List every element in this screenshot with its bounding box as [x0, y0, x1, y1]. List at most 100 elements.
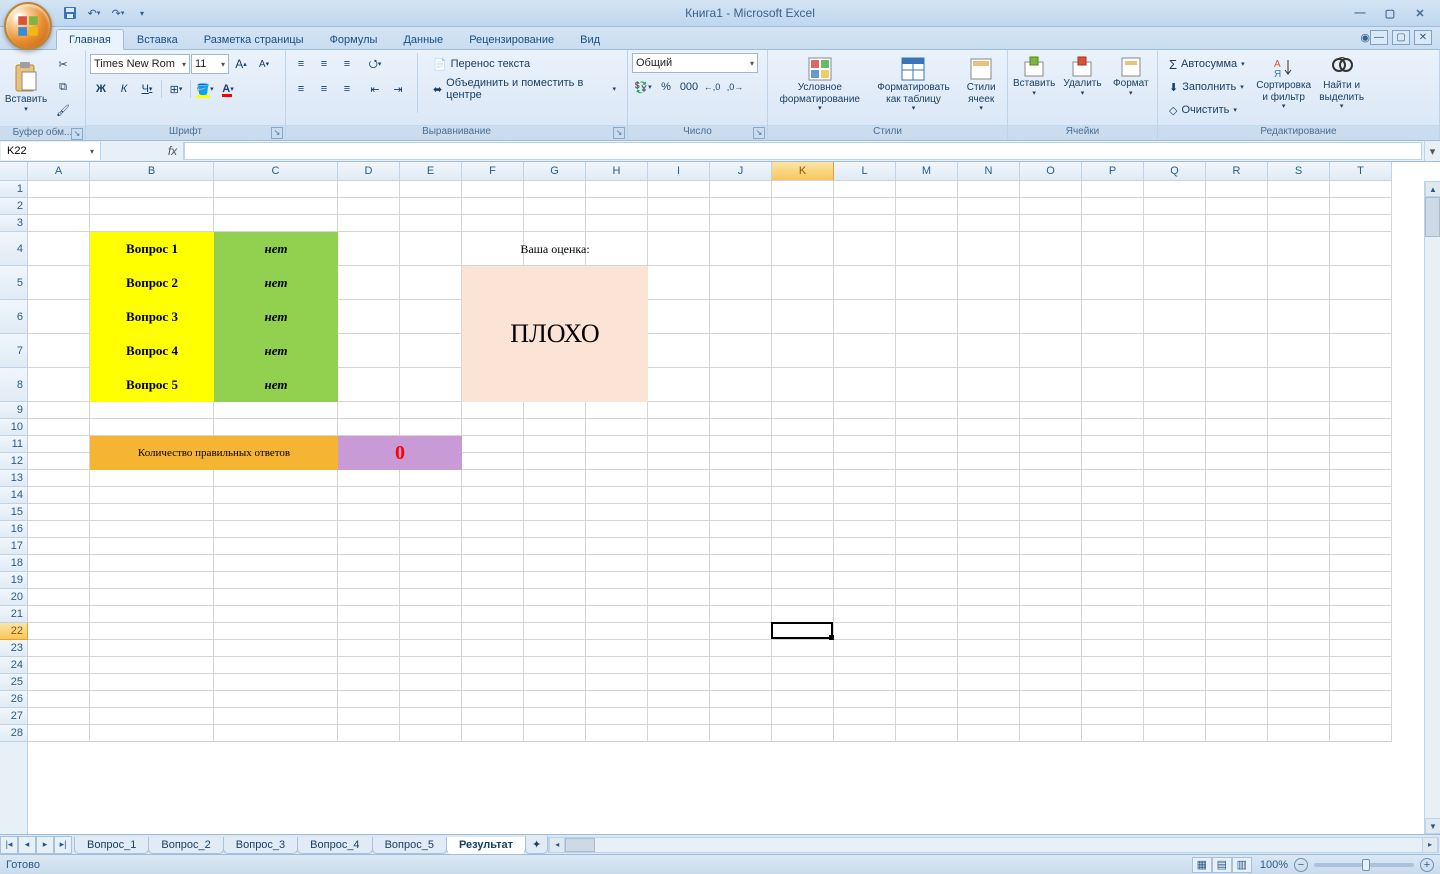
align-bottom-button[interactable]: ≡ [336, 53, 358, 75]
row-header-4[interactable]: 4 [0, 232, 28, 266]
tab-data[interactable]: Данные [390, 29, 456, 49]
number-launcher[interactable]: ↘ [753, 127, 765, 139]
scroll-up-button[interactable]: ▲ [1425, 181, 1440, 197]
row-header-21[interactable]: 21 [0, 606, 28, 623]
wrap-text-button[interactable]: 📄Перенос текста [426, 53, 623, 75]
row-header-22[interactable]: 22 [0, 623, 28, 640]
row-header-27[interactable]: 27 [0, 708, 28, 725]
zoom-in-button[interactable]: + [1420, 858, 1434, 872]
number-format-combo[interactable]: Общий▾ [632, 53, 758, 73]
clear-button[interactable]: ◇Очистить▾ [1162, 99, 1252, 121]
page-break-view-button[interactable]: ▥ [1232, 857, 1252, 873]
column-header-H[interactable]: H [586, 162, 648, 181]
italic-button[interactable]: К [113, 78, 135, 100]
column-header-K[interactable]: K [772, 162, 834, 181]
formula-input[interactable] [184, 142, 1422, 160]
sheet-tab-Вопрос_2[interactable]: Вопрос_2 [148, 837, 223, 854]
row-header-24[interactable]: 24 [0, 657, 28, 674]
orientation-button[interactable]: ⭯▾ [364, 53, 386, 75]
ribbon-close-button[interactable]: ✕ [1414, 30, 1432, 45]
save-button[interactable] [60, 3, 80, 23]
zoom-out-button[interactable]: − [1294, 858, 1308, 872]
zoom-slider[interactable] [1314, 863, 1414, 867]
scroll-down-button[interactable]: ▼ [1425, 818, 1440, 834]
format-as-table-button[interactable]: Форматировать как таблицу▾ [873, 53, 953, 116]
maximize-button[interactable]: ▢ [1378, 4, 1402, 22]
sheet-tab-Вопрос_5[interactable]: Вопрос_5 [372, 837, 447, 854]
row-header-8[interactable]: 8 [0, 368, 28, 402]
row-header-20[interactable]: 20 [0, 589, 28, 606]
column-header-C[interactable]: C [214, 162, 338, 181]
column-header-Q[interactable]: Q [1144, 162, 1206, 181]
accounting-button[interactable]: 💱▾ [632, 76, 654, 98]
sheet-tab-Результат[interactable]: Результат [446, 837, 526, 854]
vscroll-thumb[interactable] [1425, 197, 1440, 237]
ribbon-minimize-button[interactable]: — [1370, 30, 1388, 45]
column-header-T[interactable]: T [1330, 162, 1392, 181]
formula-expand-button[interactable]: ▾ [1424, 141, 1440, 161]
row-header-11[interactable]: 11 [0, 436, 28, 453]
underline-button[interactable]: Ч▾ [136, 78, 158, 100]
row-header-26[interactable]: 26 [0, 691, 28, 708]
row-header-3[interactable]: 3 [0, 215, 28, 232]
shrink-font-button[interactable]: A▾ [253, 53, 275, 75]
conditional-formatting-button[interactable]: Условное форматирование▾ [774, 53, 866, 116]
merge-center-button[interactable]: ⬌Объединить и поместить в центре▾ [426, 78, 623, 100]
row-header-17[interactable]: 17 [0, 538, 28, 555]
vertical-scrollbar[interactable]: ▲ ▼ [1424, 181, 1440, 834]
row-header-25[interactable]: 25 [0, 674, 28, 691]
sheet-nav-prev[interactable]: ◂ [18, 836, 36, 854]
cut-button[interactable]: ✂ [52, 53, 74, 75]
decrease-indent-button[interactable]: ⇤ [364, 78, 386, 100]
redo-button[interactable]: ↷▾ [108, 3, 128, 23]
cell-styles-button[interactable]: Стили ячеек▾ [961, 53, 1001, 116]
select-all-button[interactable] [0, 162, 28, 181]
align-left-button[interactable]: ≡ [290, 78, 312, 100]
sheet-tab-Вопрос_1[interactable]: Вопрос_1 [74, 837, 149, 854]
row-header-13[interactable]: 13 [0, 470, 28, 487]
worksheet-grid[interactable]: 1234567891011121314151617181920212223242… [0, 162, 1440, 834]
hscroll-thumb[interactable] [565, 838, 595, 852]
scroll-right-button[interactable]: ▸ [1422, 837, 1438, 853]
autosum-button[interactable]: ΣАвтосумма▾ [1162, 53, 1252, 75]
scroll-left-button[interactable]: ◂ [549, 837, 565, 853]
row-header-9[interactable]: 9 [0, 402, 28, 419]
comma-button[interactable]: 000 [678, 76, 700, 98]
format-painter-button[interactable]: 🖌 [52, 99, 74, 121]
tab-formulas[interactable]: Формулы [317, 29, 391, 49]
page-layout-view-button[interactable]: ▤ [1212, 857, 1232, 873]
delete-cells-button[interactable]: Удалить▾ [1060, 53, 1104, 101]
row-header-2[interactable]: 2 [0, 198, 28, 215]
qat-customize[interactable]: ▾ [132, 3, 152, 23]
row-header-19[interactable]: 19 [0, 572, 28, 589]
tab-review[interactable]: Рецензирование [456, 29, 567, 49]
row-header-10[interactable]: 10 [0, 419, 28, 436]
column-header-P[interactable]: P [1082, 162, 1144, 181]
horizontal-scrollbar[interactable]: ◂ ▸ [548, 837, 1439, 853]
font-color-button[interactable]: A▾ [217, 78, 239, 100]
row-header-5[interactable]: 5 [0, 266, 28, 300]
row-header-18[interactable]: 18 [0, 555, 28, 572]
sheet-nav-last[interactable]: ▸| [54, 836, 72, 854]
percent-button[interactable]: % [655, 76, 677, 98]
normal-view-button[interactable]: ▦ [1192, 857, 1212, 873]
ribbon-restore-button[interactable]: ▢ [1392, 30, 1410, 45]
align-right-button[interactable]: ≡ [336, 78, 358, 100]
increase-decimal-button[interactable]: ←,0 [701, 76, 723, 98]
column-header-N[interactable]: N [958, 162, 1020, 181]
column-header-G[interactable]: G [524, 162, 586, 181]
row-header-7[interactable]: 7 [0, 334, 28, 368]
sheet-nav-first[interactable]: |◂ [0, 836, 18, 854]
close-button[interactable]: ✕ [1408, 4, 1432, 22]
align-middle-button[interactable]: ≡ [313, 53, 335, 75]
minimize-button[interactable]: — [1348, 4, 1372, 22]
font-size-combo[interactable]: 11▾ [191, 54, 229, 74]
fill-button[interactable]: ⬇Заполнить▾ [1162, 76, 1252, 98]
font-name-combo[interactable]: Times New Rom▾ [90, 54, 190, 74]
copy-button[interactable]: ⧉ [52, 76, 74, 98]
row-header-15[interactable]: 15 [0, 504, 28, 521]
name-box[interactable]: K22▾ [1, 142, 101, 160]
format-cells-button[interactable]: Формат▾ [1109, 53, 1153, 101]
sheet-tab-Вопрос_3[interactable]: Вопрос_3 [223, 837, 298, 854]
column-header-I[interactable]: I [648, 162, 710, 181]
